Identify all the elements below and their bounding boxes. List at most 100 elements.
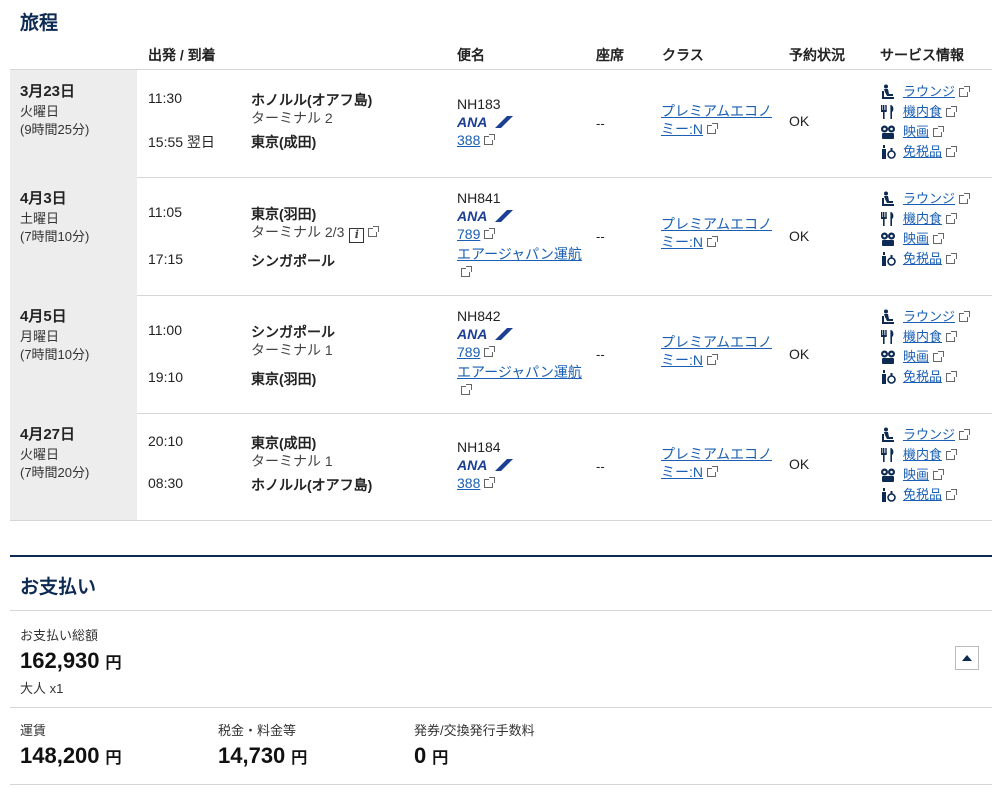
- seat-value: --: [596, 459, 605, 474]
- flight-row: 4月5日 月曜日 (7時間10分) 11:00 シンガポール ターミナル 1 19:10 東京…: [10, 295, 992, 414]
- external-link-icon: [933, 232, 945, 244]
- dutyfree-icon: [880, 369, 903, 385]
- external-link-icon: [368, 226, 380, 237]
- service-meal[interactable]: 機内食: [880, 445, 968, 465]
- service-lounge[interactable]: ラウンジ: [880, 425, 971, 445]
- lounge-icon: [880, 191, 903, 207]
- external-link-icon: [484, 134, 496, 145]
- service-meal[interactable]: 機内食: [880, 327, 968, 347]
- external-link-icon: [946, 488, 958, 500]
- external-link-icon: [707, 236, 718, 247]
- meal-icon: [880, 104, 903, 120]
- lounge-icon: [880, 84, 903, 100]
- service-movie[interactable]: 映画: [880, 347, 968, 367]
- ana-logo: ANA: [457, 458, 513, 472]
- meal-icon: [880, 329, 903, 345]
- fare-label: 運賃: [20, 723, 47, 738]
- aircraft-link[interactable]: 789: [457, 344, 496, 360]
- service-lounge[interactable]: ラウンジ: [880, 189, 971, 209]
- flight-number: NH842: [457, 308, 501, 324]
- operator-link[interactable]: エアージャパン運航: [457, 363, 582, 399]
- dutyfree-icon: [880, 144, 903, 160]
- ana-logo-stripe: [495, 328, 513, 340]
- external-link-icon: [484, 228, 496, 239]
- ana-logo: ANA: [457, 115, 513, 129]
- dutyfree-icon: [880, 251, 903, 267]
- info-icon[interactable]: i: [349, 228, 365, 243]
- service-lounge[interactable]: ラウンジ: [880, 82, 971, 102]
- departure-time: 20:10: [148, 433, 184, 449]
- aircraft-link[interactable]: 789: [457, 226, 496, 242]
- booking-status: OK: [789, 113, 810, 129]
- collapse-button[interactable]: [955, 646, 979, 670]
- external-link-icon: [461, 384, 472, 395]
- header-class: クラス: [662, 47, 704, 63]
- class-link[interactable]: プレミアムエコノミー:N: [661, 445, 783, 481]
- movie-icon: [880, 467, 903, 483]
- booking-status: OK: [789, 346, 810, 362]
- operator-link[interactable]: エアージャパン運航: [457, 245, 582, 281]
- ana-logo-text: ANA: [457, 327, 487, 341]
- flight-number: NH184: [457, 439, 501, 455]
- aircraft-link[interactable]: 388: [457, 132, 496, 148]
- ana-logo-stripe: [495, 459, 513, 471]
- service-dutyfree[interactable]: 免税品: [880, 485, 968, 505]
- external-link-icon: [946, 370, 958, 382]
- arrival-place: ホノルル(オアフ島): [251, 477, 373, 493]
- class-link[interactable]: プレミアムエコノミー:N: [661, 333, 783, 369]
- flight-weekday: 土曜日: [20, 211, 60, 226]
- arrival-time: 17:15: [148, 251, 184, 267]
- service-dutyfree[interactable]: 免税品: [880, 249, 968, 269]
- flight-row: 3月23日 火曜日 (9時間25分) 11:30 ホノルル(オアフ島) ターミナル 2 15…: [10, 70, 992, 178]
- external-link-icon: [959, 310, 971, 322]
- seat-value: --: [596, 347, 605, 362]
- departure-time: 11:05: [148, 204, 182, 220]
- departure-place: ホノルル(オアフ島): [251, 92, 373, 108]
- service-dutyfree[interactable]: 免税品: [880, 142, 968, 162]
- arrival-place: 東京(成田): [251, 134, 317, 150]
- booking-status: OK: [789, 456, 810, 472]
- service-movie[interactable]: 映画: [880, 122, 968, 142]
- external-link-icon: [959, 192, 971, 204]
- ana-logo-stripe: [495, 116, 513, 128]
- lounge-icon: [880, 427, 903, 443]
- ana-logo-text: ANA: [457, 115, 487, 129]
- external-link-icon: [933, 125, 945, 137]
- service-dutyfree[interactable]: 免税品: [880, 367, 968, 387]
- external-link-icon: [946, 145, 958, 157]
- external-link-icon: [946, 212, 958, 224]
- header-dep-arr: 出発 / 到着: [148, 47, 216, 63]
- movie-icon: [880, 349, 903, 365]
- service-list: ラウンジ 機内食 映画 免税品: [880, 425, 971, 505]
- tax-amount: 14,730 円: [218, 743, 308, 768]
- service-list: ラウンジ 機内食 映画 免税品: [880, 82, 971, 162]
- header-services: サービス情報: [880, 47, 964, 63]
- tax-label: 税金・料金等: [218, 723, 297, 738]
- aircraft-link[interactable]: 388: [457, 475, 496, 491]
- arrival-place: 東京(羽田): [251, 371, 317, 387]
- payment-divider: [10, 555, 992, 557]
- external-link-icon: [484, 477, 496, 488]
- service-list: ラウンジ 機内食 映画 免税品: [880, 307, 971, 387]
- external-link-icon: [946, 252, 958, 264]
- class-link[interactable]: プレミアムエコノミー:N: [661, 102, 783, 138]
- flight-number: NH183: [457, 96, 501, 112]
- header-flight: 便名: [457, 47, 485, 63]
- departure-terminal: ターミナル 2: [251, 108, 333, 128]
- fee-amount: 0円: [414, 743, 449, 768]
- ana-logo: ANA: [457, 327, 513, 341]
- service-lounge[interactable]: ラウンジ: [880, 307, 971, 327]
- departure-place: 東京(羽田): [251, 206, 317, 222]
- meal-icon: [880, 211, 903, 227]
- service-movie[interactable]: 映画: [880, 465, 968, 485]
- service-meal[interactable]: 機内食: [880, 102, 968, 122]
- service-movie[interactable]: 映画: [880, 229, 968, 249]
- external-link-icon: [946, 448, 958, 460]
- payment-title: お支払い: [20, 577, 97, 598]
- departure-time: 11:00: [148, 322, 182, 338]
- external-link-icon: [946, 330, 958, 342]
- class-link[interactable]: プレミアムエコノミー:N: [661, 215, 783, 251]
- external-link-icon: [933, 350, 945, 362]
- service-meal[interactable]: 機内食: [880, 209, 968, 229]
- external-link-icon: [707, 123, 718, 134]
